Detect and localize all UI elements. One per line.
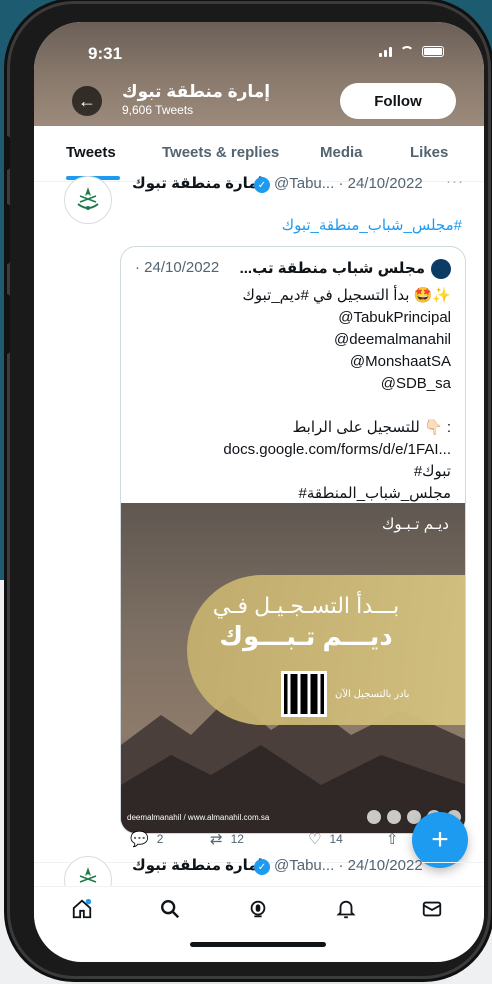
quoted-link[interactable]: docs.google.com/forms/d/e/1FAI... (133, 439, 451, 461)
plus-icon: + (431, 823, 449, 856)
quoted-line: للتسجيل على الرابط 👇🏻 : (292, 419, 451, 436)
wifi-icon (400, 46, 414, 57)
retweet-icon: ⇄ (210, 831, 223, 848)
emblem-icon (77, 187, 99, 210)
quoted-mention[interactable]: @MonshaatSA (133, 351, 451, 373)
reply-count: 2 (156, 832, 164, 846)
share-icon: ⇧ (386, 831, 399, 848)
messages-icon[interactable] (420, 897, 444, 921)
volume-up-button (4, 204, 10, 264)
tweet-author-name[interactable]: إمارة منطقة تبوك (132, 174, 263, 192)
arrow-left-icon: ← (78, 90, 96, 111)
quoted-avatar (431, 259, 451, 279)
heart-icon: ♡ (308, 831, 322, 848)
like-button[interactable]: ♡ 14 (308, 830, 343, 848)
promo-sub-text: بـــدأ التسـجـيـل فـي (212, 593, 400, 618)
quoted-hashtag[interactable]: #تبوك (133, 461, 451, 483)
verified-badge-icon: ✓ (254, 859, 270, 875)
promo-main-text: ديـــم تـبـــوك (219, 621, 393, 651)
signal-icon (379, 46, 392, 57)
verified-badge-icon: ✓ (254, 177, 270, 193)
mute-switch (4, 136, 10, 170)
quoted-date: · 24/10/2022 (135, 259, 220, 276)
tweet-avatar[interactable] (64, 176, 112, 224)
tab-tweets[interactable]: Tweets (66, 144, 116, 161)
quoted-blank-line (133, 395, 451, 417)
search-icon[interactable] (158, 897, 182, 921)
screen: 9:31 ← إمارة منطقة تبوك 9,606 Tweets Fol… (34, 22, 484, 962)
tweet-count: 9,606 Tweets (122, 103, 194, 117)
promo-image[interactable]: ديـم تـبـوك بـــدأ التسـجـيـل فـي ديـــم… (121, 503, 465, 833)
battery-icon (422, 46, 444, 57)
next-tweet-author-name[interactable]: إمارة منطقة تبوك (132, 856, 263, 874)
tweet-handle[interactable]: @Tabu... (274, 175, 334, 192)
retweet-count: 12 (230, 832, 244, 846)
quoted-mention[interactable]: @TabukPrincipal (133, 307, 451, 329)
promo-top-text: ديـم تـبـوك (381, 516, 449, 533)
reply-button[interactable]: 💬 2 (130, 830, 163, 848)
status-time: 9:31 (88, 44, 123, 63)
next-tweet-handle[interactable]: @Tabu... (274, 857, 334, 874)
tab-likes[interactable]: Likes (410, 144, 448, 161)
tab-media[interactable]: Media (320, 144, 363, 161)
share-button[interactable]: ⇧ (386, 830, 399, 848)
qr-code-icon (281, 671, 327, 717)
next-tweet-date[interactable]: · 24/10/2022 (338, 857, 422, 874)
like-count: 14 (329, 832, 343, 846)
profile-name: إمارة منطقة تبوك (122, 82, 271, 101)
spaces-icon[interactable] (246, 897, 270, 921)
profile-header: 9:31 ← إمارة منطقة تبوك 9,606 Tweets Fol… (34, 22, 484, 126)
back-button[interactable]: ← (72, 86, 102, 116)
bottom-nav (34, 886, 484, 930)
home-indicator[interactable] (190, 942, 326, 947)
retweet-button[interactable]: ⇄ 12 (210, 830, 244, 848)
tweet-date[interactable]: · 24/10/2022 (338, 175, 422, 192)
promo-footer-text: deemalmanahil / www.almanahil.com.sa (127, 812, 270, 822)
quoted-line: بدأ التسجيل في #ديم_تبوك 🤩✨ (242, 287, 451, 304)
reply-icon: 💬 (130, 831, 149, 848)
promo-footer: deemalmanahil / www.almanahil.com.sa (127, 807, 461, 827)
notifications-icon[interactable] (334, 897, 358, 921)
qr-caption: بادر بالتسجيل الآن (335, 689, 410, 700)
status-icons (379, 46, 444, 57)
tweet-actions: 💬 2 ⇄ 12 ♡ 14 ⇧ (130, 830, 460, 854)
more-icon[interactable]: ··· (446, 173, 464, 190)
home-icon[interactable] (70, 897, 94, 921)
quoted-author-name: مجلس شباب منطقة تب... (239, 260, 425, 277)
quoted-tweet[interactable]: مجلس شباب منطقة تب... · 24/10/2022 بدأ ا… (120, 246, 466, 834)
quoted-text: بدأ التسجيل في #ديم_تبوك 🤩✨ @TabukPrinci… (133, 285, 451, 505)
tweet-hashtag[interactable]: #مجلس_شباب_منطقة_تبوك (282, 216, 462, 234)
follow-button[interactable]: Follow (340, 83, 456, 119)
quoted-mention[interactable]: @deemalmanahil (133, 329, 451, 351)
quoted-hashtag[interactable]: #مجلس_شباب_المنطقة (133, 483, 452, 505)
quoted-mention[interactable]: @SDB_sa (133, 373, 451, 395)
volume-down-button (4, 294, 10, 354)
tab-tweets-replies[interactable]: Tweets & replies (162, 144, 279, 161)
phone-frame: 9:31 ← إمارة منطقة تبوك 9,606 Tweets Fol… (4, 4, 488, 976)
